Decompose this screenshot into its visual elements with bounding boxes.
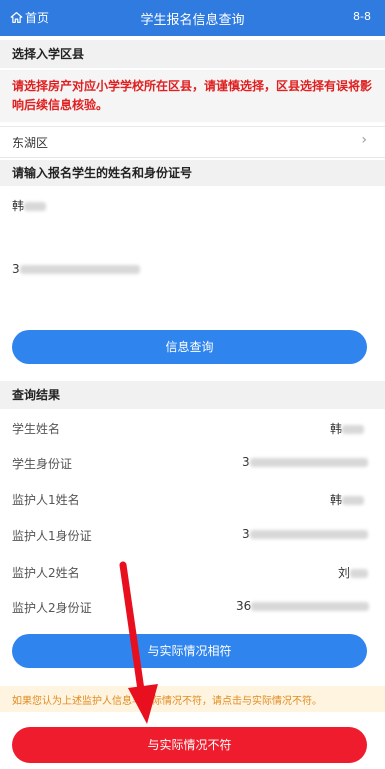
result-value: 3 (242, 455, 368, 469)
masked-text (249, 530, 368, 539)
result-value: 韩 (330, 491, 365, 508)
student-input-heading: 请输入报名学生的姓名和身份证号 (0, 160, 385, 186)
result-value: 韩 (330, 420, 365, 437)
select-district-heading: 选择入学区县 (0, 40, 385, 68)
student-name-input[interactable]: 韩 (12, 197, 47, 214)
district-warning-text: 请选择房产对应小学学校所在区县，请谨慎选择，区县选择有误将影响后续信息核验。 (12, 79, 373, 112)
masked-text (251, 602, 370, 611)
district-select[interactable]: 东湖区 › (0, 126, 385, 158)
result-label: 学生姓名 (12, 422, 61, 436)
result-label: 监护人1姓名 (12, 493, 80, 507)
result-row: 监护人2姓名 刘 (0, 555, 385, 587)
result-row: 学生身份证 3 (0, 446, 385, 478)
result-label: 学生身份证 (12, 457, 73, 471)
mismatch-button[interactable]: 与实际情况不符 (12, 727, 367, 763)
result-row: 监护人1身份证 3 (0, 518, 385, 550)
result-label: 监护人2姓名 (12, 566, 80, 580)
student-id-input[interactable]: 3 (12, 262, 140, 276)
student-name-value: 韩 (12, 199, 25, 213)
masked-text (342, 496, 365, 505)
district-value: 东湖区 (12, 136, 49, 150)
page-title: 学生报名信息查询 (140, 13, 245, 28)
result-label: 监护人1身份证 (12, 529, 92, 543)
chevron-right-icon: › (361, 132, 367, 148)
result-value: 3 (242, 527, 368, 541)
match-button[interactable]: 与实际情况相符 (12, 634, 367, 668)
query-button[interactable]: 信息查询 (12, 330, 367, 364)
masked-text (19, 265, 140, 274)
student-id-value: 3 (12, 262, 20, 276)
masked-text (342, 425, 365, 434)
result-row: 学生姓名 韩 (0, 411, 385, 443)
result-label: 监护人2身份证 (12, 601, 92, 615)
result-value: 刘 (338, 564, 369, 581)
masked-text (249, 458, 368, 467)
masked-text (24, 202, 47, 211)
result-row: 监护人2身份证 36 (0, 590, 385, 622)
header-tag: 8-8 (353, 10, 371, 23)
results-heading: 查询结果 (0, 381, 385, 409)
district-warning: 请选择房产对应小学学校所在区县，请谨慎选择，区县选择有误将影响后续信息核验。 (0, 70, 385, 122)
notice-text: 如果您认为上述监护人信息与实际情况不符，请点击与实际情况不符。 (12, 696, 322, 707)
result-row: 监护人1姓名 韩 (0, 482, 385, 514)
masked-text (350, 569, 369, 578)
notice-bar: 如果您认为上述监护人信息与实际情况不符，请点击与实际情况不符。 (0, 686, 385, 712)
top-bar: 首页 学生报名信息查询 8-8 (0, 0, 385, 36)
result-value: 36 (236, 599, 370, 613)
